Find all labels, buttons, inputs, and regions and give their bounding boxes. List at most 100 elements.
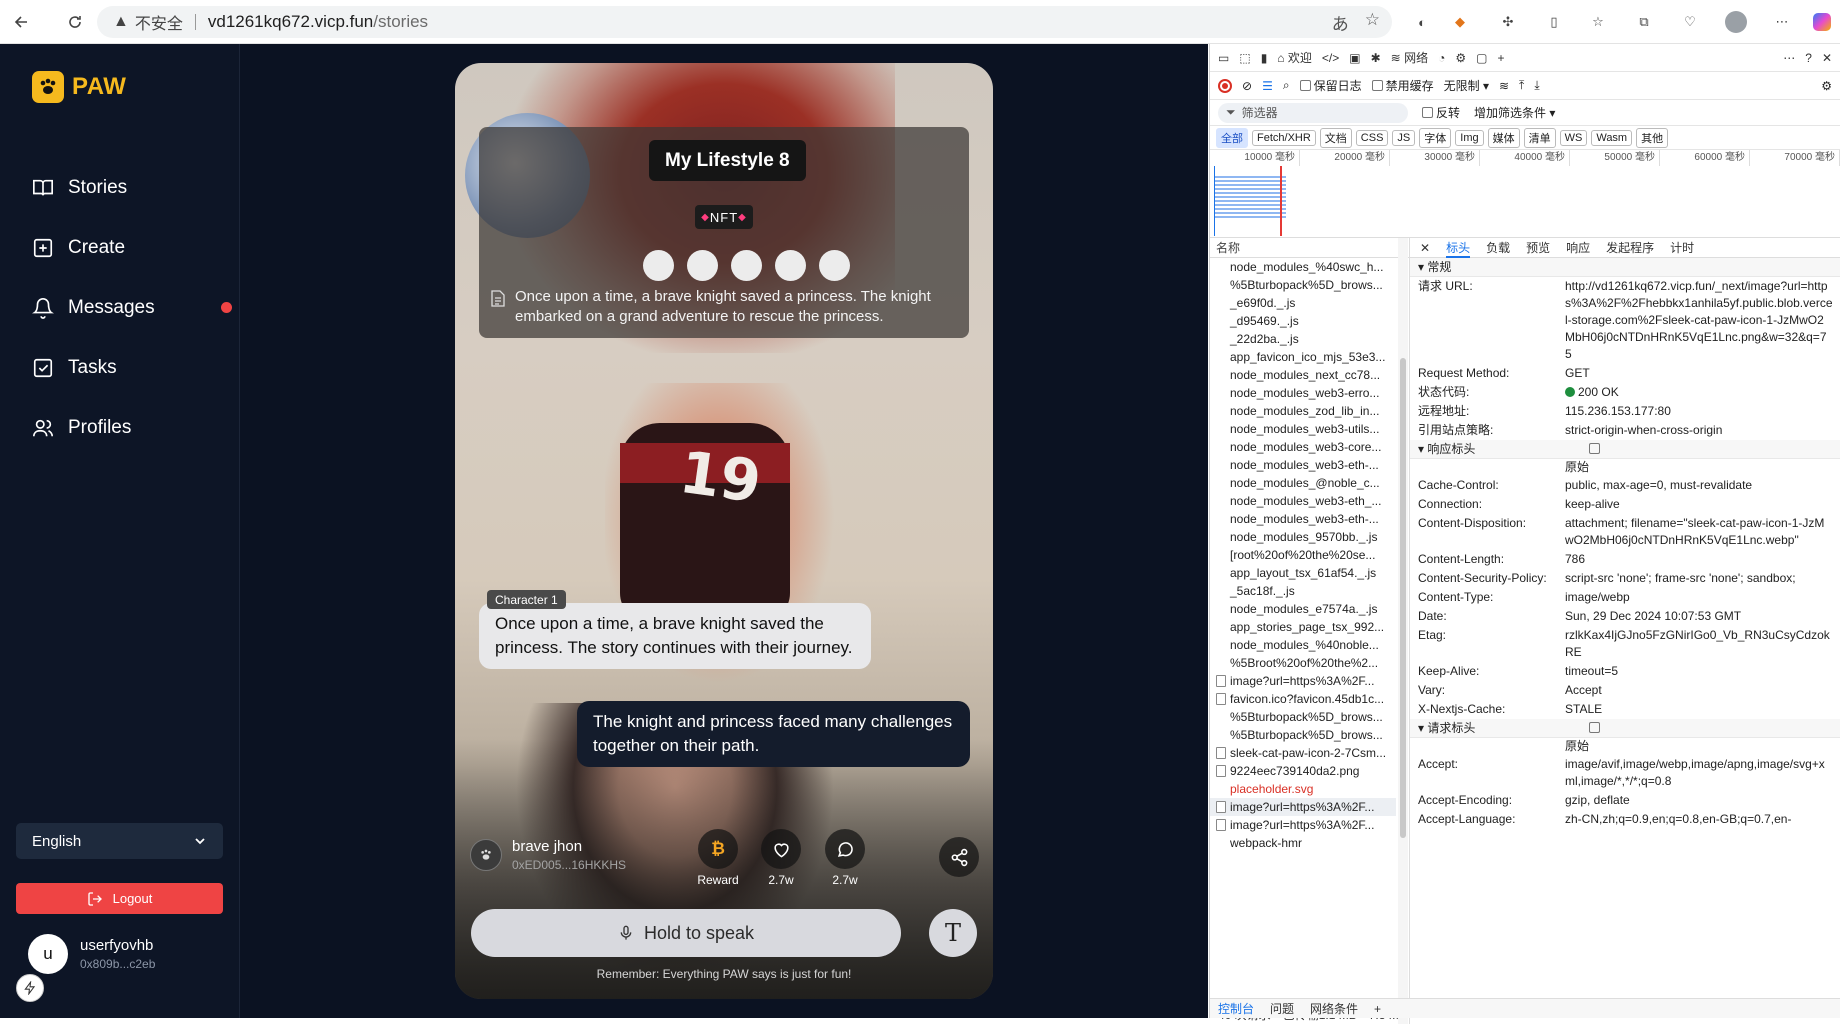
type-media[interactable]: 媒体 bbox=[1487, 127, 1520, 148]
tab-response[interactable]: 响应 bbox=[1566, 239, 1590, 256]
like-button[interactable]: 2.7w bbox=[756, 829, 806, 887]
bolt-icon[interactable] bbox=[16, 974, 44, 1002]
logout-button[interactable]: Logout bbox=[16, 883, 223, 914]
preserve-log-checkbox[interactable]: 保留日志 bbox=[1299, 77, 1362, 94]
import-icon[interactable]: ⤒ bbox=[1519, 78, 1524, 93]
nft-badge[interactable]: ◆ NFT ◆ bbox=[695, 205, 753, 229]
hold-to-speak-button[interactable]: Hold to speak bbox=[471, 909, 901, 957]
console-icon[interactable]: ▣ bbox=[1349, 51, 1360, 65]
wifi-settings-icon[interactable]: ≋ bbox=[1499, 79, 1509, 93]
drawer-tab-issues[interactable]: 问题 bbox=[1270, 1000, 1294, 1017]
star-icon[interactable]: ☆ bbox=[1365, 10, 1380, 35]
request-row[interactable]: 9224eec739140da2.png bbox=[1210, 762, 1396, 780]
request-list-scrollbar[interactable] bbox=[1398, 238, 1408, 1024]
user-card[interactable]: u userfyovhb 0x809b...c2eb bbox=[28, 934, 155, 974]
progress-dot[interactable] bbox=[731, 250, 762, 281]
request-row[interactable]: placeholder.svg bbox=[1210, 780, 1396, 798]
name-column-header[interactable]: 名称 bbox=[1210, 238, 1409, 258]
tab-timing[interactable]: 计时 bbox=[1670, 239, 1694, 256]
progress-dot[interactable] bbox=[819, 250, 850, 281]
comment-button[interactable]: 2.7w bbox=[820, 829, 870, 887]
tab-welcome[interactable]: ⌂ 欢迎 bbox=[1277, 49, 1312, 66]
request-row[interactable]: app_favicon_ico_mjs_53e3... bbox=[1210, 348, 1396, 366]
progress-dot[interactable] bbox=[643, 250, 674, 281]
request-row[interactable]: _5ac18f._.js bbox=[1210, 582, 1396, 600]
search-icon[interactable]: ⌕ bbox=[1283, 78, 1290, 93]
nav-item-messages[interactable]: Messages bbox=[32, 278, 232, 338]
progress-dot[interactable] bbox=[687, 250, 718, 281]
type-wasm[interactable]: Wasm bbox=[1591, 129, 1633, 146]
close-detail-icon[interactable]: ✕ bbox=[1420, 241, 1430, 255]
request-row[interactable]: %5Bturbopack%5D_brows... bbox=[1210, 726, 1396, 744]
back-icon[interactable] bbox=[9, 10, 33, 34]
inspect-icon[interactable]: ⬚ bbox=[1239, 51, 1250, 65]
close-icon[interactable]: ✕ bbox=[1822, 51, 1832, 65]
timeline-overview[interactable]: 10000 毫秒 20000 毫秒 30000 毫秒 40000 毫秒 5000… bbox=[1210, 150, 1840, 238]
text-input-toggle[interactable]: T bbox=[929, 909, 977, 957]
nav-item-tasks[interactable]: Tasks bbox=[32, 338, 232, 398]
type-ws[interactable]: WS bbox=[1559, 129, 1588, 146]
request-row[interactable]: node_modules_9570bb._.js bbox=[1210, 528, 1396, 546]
performance-icon[interactable]: ◔ bbox=[1438, 51, 1445, 65]
disable-cache-checkbox[interactable]: 禁用缓存 bbox=[1371, 77, 1434, 94]
favorites-icon[interactable]: ☆ bbox=[1584, 8, 1612, 36]
brand-logo[interactable]: PAW bbox=[32, 71, 126, 103]
request-headers-section[interactable]: ▾ 请求标头 bbox=[1410, 719, 1840, 738]
filter-icon[interactable]: ☰ bbox=[1262, 79, 1273, 93]
type-img[interactable]: Img bbox=[1455, 129, 1484, 146]
type-other[interactable]: 其他 bbox=[1636, 127, 1669, 148]
filter-input[interactable]: ⏷ 筛选器 bbox=[1218, 102, 1408, 123]
request-row[interactable]: favicon.ico?favicon.45db1c... bbox=[1210, 690, 1396, 708]
type-font[interactable]: 字体 bbox=[1419, 127, 1452, 148]
reward-button[interactable]: ₿ Reward bbox=[693, 829, 743, 887]
request-row[interactable]: _d95469._.js bbox=[1210, 312, 1396, 330]
type-doc[interactable]: 文档 bbox=[1319, 127, 1352, 148]
drawer-tab-console[interactable]: 控制台 bbox=[1218, 1000, 1254, 1017]
more-icon[interactable]: ⋯ bbox=[1783, 51, 1795, 65]
request-row[interactable]: node_modules_web3-core... bbox=[1210, 438, 1396, 456]
type-js[interactable]: JS bbox=[1392, 129, 1416, 146]
help-icon[interactable]: ? bbox=[1805, 51, 1812, 65]
request-row[interactable]: %5Bturbopack%5D_brows... bbox=[1210, 708, 1396, 726]
raw-checkbox[interactable] bbox=[1588, 722, 1600, 733]
more-filters-dropdown[interactable]: 增加筛选条件 ▾ bbox=[1474, 104, 1555, 121]
clear-icon[interactable]: ⊘ bbox=[1242, 79, 1252, 93]
request-row[interactable]: node_modules_e7574a._.js bbox=[1210, 600, 1396, 618]
request-row[interactable]: webpack-hmr bbox=[1210, 834, 1396, 852]
profile-icon[interactable] bbox=[1722, 8, 1750, 36]
throttle-select[interactable]: 无限制 ▾ bbox=[1444, 77, 1489, 94]
add-drawer-tab-icon[interactable]: + bbox=[1374, 1002, 1381, 1016]
request-row[interactable]: node_modules_web3-erro... bbox=[1210, 384, 1396, 402]
settings-gear-icon[interactable]: ⚙ bbox=[1455, 51, 1466, 65]
request-row[interactable]: node_modules_zod_lib_in... bbox=[1210, 402, 1396, 420]
tab-headers[interactable]: 标头 bbox=[1446, 238, 1471, 258]
request-row[interactable]: image?url=https%3A%2F... bbox=[1210, 816, 1396, 834]
tab-network[interactable]: ≋ 网络 bbox=[1391, 49, 1428, 66]
request-row[interactable]: %5Broot%20of%20the%2... bbox=[1210, 654, 1396, 672]
request-row[interactable]: node_modules_%40swc_h... bbox=[1210, 258, 1396, 276]
author-info[interactable]: brave jhon 0xED005...16HKKHS bbox=[470, 838, 626, 872]
request-row[interactable]: [root%20of%20the%20se... bbox=[1210, 546, 1396, 564]
request-row[interactable]: image?url=https%3A%2F... bbox=[1210, 798, 1396, 816]
share-button[interactable] bbox=[939, 837, 979, 877]
request-row[interactable]: app_layout_tsx_61af54._.js bbox=[1210, 564, 1396, 582]
request-row[interactable]: node_modules_web3-eth-... bbox=[1210, 456, 1396, 474]
progress-dot[interactable] bbox=[775, 250, 806, 281]
invert-checkbox[interactable]: 反转 bbox=[1422, 104, 1460, 121]
sources-icon[interactable]: ✱ bbox=[1371, 51, 1381, 65]
copilot-icon[interactable] bbox=[1808, 8, 1836, 36]
extension-icon[interactable]: ◐ bbox=[1408, 8, 1436, 36]
request-row[interactable]: _22d2ba._.js bbox=[1210, 330, 1396, 348]
type-css[interactable]: CSS bbox=[1355, 129, 1389, 146]
translate-icon[interactable]: あ bbox=[1332, 10, 1349, 35]
more-icon[interactable]: ⋯ bbox=[1768, 8, 1796, 36]
language-select[interactable]: English bbox=[16, 823, 223, 859]
raw-checkbox[interactable] bbox=[1588, 443, 1600, 454]
response-headers-section[interactable]: ▾ 响应标头 bbox=[1410, 440, 1840, 459]
application-icon[interactable]: ▢ bbox=[1476, 51, 1487, 65]
export-icon[interactable]: ⤓ bbox=[1534, 78, 1539, 93]
request-row[interactable]: node_modules_%40noble... bbox=[1210, 636, 1396, 654]
dock-icon[interactable]: ▮ bbox=[1261, 51, 1268, 65]
request-row[interactable]: node_modules_@noble_c... bbox=[1210, 474, 1396, 492]
split-screen-icon[interactable]: ▯ bbox=[1540, 8, 1568, 36]
